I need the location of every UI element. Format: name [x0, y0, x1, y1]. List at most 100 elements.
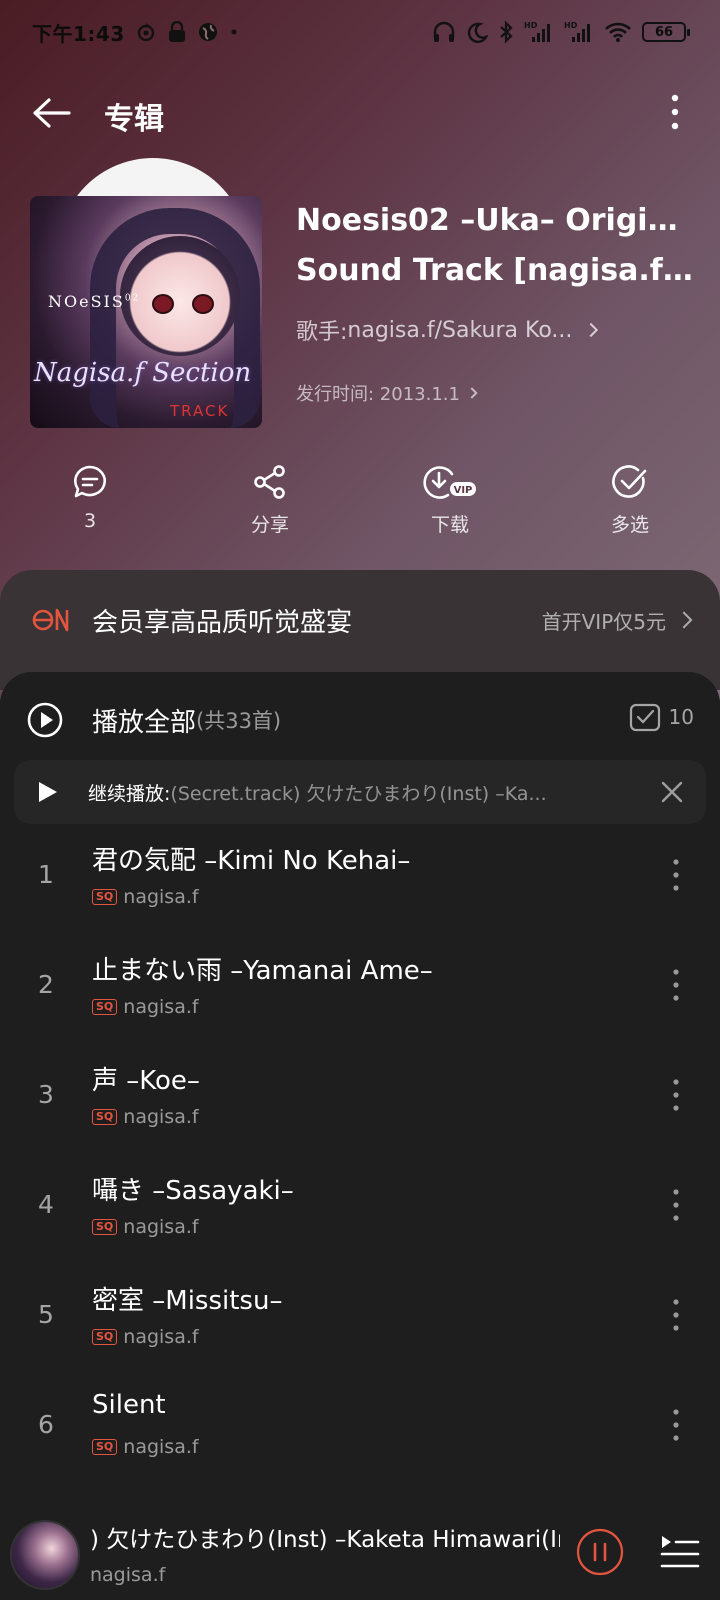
sq-quality-badge: SQ — [92, 999, 118, 1015]
mini-player-cover[interactable] — [10, 1520, 80, 1590]
track-number: 5 — [38, 1300, 54, 1329]
track-row[interactable]: 6 Silent SQ nagisa.f — [0, 1372, 720, 1482]
batch-select-button[interactable]: 10 — [629, 702, 694, 732]
back-arrow-icon — [33, 98, 71, 128]
wifi-icon — [604, 21, 632, 43]
share-button[interactable]: 分享 — [180, 464, 360, 554]
resume-label: 继续播放: — [88, 782, 171, 805]
cover-brand: NOeSIS02 — [48, 292, 141, 311]
sq-quality-badge: SQ — [92, 889, 118, 905]
track-row[interactable]: 4 囁き –Sasayaki– SQ nagisa.f — [0, 1152, 720, 1262]
track-row[interactable]: 1 君の気配 –Kimi No Kehai– SQ nagisa.f — [0, 822, 720, 932]
playlist-queue-icon[interactable] — [660, 1534, 700, 1570]
vip-promo-text: 会员享高品质听觉盛宴 — [92, 607, 353, 638]
album-cover[interactable]: NOeSIS02 Nagisa.f Section TRACK — [30, 196, 262, 428]
artist-label: 歌手: — [296, 320, 348, 345]
sq-quality-badge: SQ — [92, 1329, 118, 1345]
track-row[interactable]: 5 密室 –Missitsu– SQ nagisa.f — [0, 1262, 720, 1372]
share-label: 分享 — [250, 514, 289, 536]
vip-offer-text: 首开VIP仅5元 — [541, 609, 666, 634]
download-label: 下载 — [430, 514, 469, 536]
track-title: 止まない雨 –Yamanai Ame– — [92, 956, 433, 986]
multi-select-icon — [612, 465, 647, 498]
album-artist-link[interactable]: 歌手: nagisa.f/Sakura Ko... — [296, 314, 636, 346]
svg-text:VIP: VIP — [454, 485, 473, 496]
chevron-right-icon — [466, 387, 478, 399]
chevron-right-icon — [675, 611, 693, 629]
app-header: 专辑 — [0, 80, 720, 144]
sq-quality-badge: SQ — [92, 1219, 118, 1235]
track-artist: nagisa.f — [123, 1326, 199, 1348]
play-circle-icon — [27, 702, 63, 738]
pause-button[interactable] — [576, 1528, 624, 1576]
album-actions: 3 分享 VIP 下载 多选 — [0, 464, 720, 554]
share-icon — [254, 465, 285, 499]
signal-hd-icon-2: HD — [564, 20, 594, 44]
track-artist: nagisa.f — [123, 1106, 199, 1128]
sq-quality-badge: SQ — [92, 1109, 118, 1125]
more-vertical-icon[interactable] — [666, 1408, 686, 1442]
svg-text:HD: HD — [564, 21, 578, 30]
resume-track-title: (Secret.track) 欠けたひまわり(Inst) –Ka... — [170, 782, 547, 805]
track-artist: nagisa.f — [123, 886, 199, 908]
download-button[interactable]: VIP 下载 — [360, 464, 540, 554]
cover-track-text: TRACK — [170, 402, 230, 420]
track-artist: nagisa.f — [123, 1436, 199, 1458]
more-vertical-icon[interactable] — [666, 858, 686, 892]
release-label: 发行时间: — [296, 384, 380, 405]
album-title: Noesis02 –Uka– Original Sound Track [nag… — [296, 203, 696, 288]
track-number: 1 — [38, 860, 54, 889]
sync-icon — [135, 21, 157, 43]
resume-playback-bar[interactable]: 继续播放: (Secret.track) 欠けたひまわり(Inst) –Ka..… — [14, 760, 706, 824]
release-date-link[interactable]: 发行时间: 2013.1.1 — [296, 380, 478, 406]
track-title: 君の気配 –Kimi No Kehai– — [92, 846, 411, 876]
vip-offer-link[interactable]: 首开VIP仅5元 — [541, 606, 693, 635]
back-button[interactable] — [30, 92, 72, 134]
more-vertical-icon[interactable] — [666, 968, 686, 1002]
track-artist: nagisa.f — [123, 996, 199, 1018]
bluetooth-icon — [498, 20, 514, 44]
track-number: 6 — [38, 1410, 54, 1439]
mini-player[interactable]: ) 欠けたひまわり(Inst) –Kaketa Himawari(In nagi… — [0, 1510, 720, 1600]
more-vertical-icon[interactable] — [666, 1298, 686, 1332]
close-icon[interactable] — [658, 778, 686, 806]
track-title: 声 –Koe– — [92, 1066, 200, 1096]
now-playing-artist: nagisa.f — [90, 1564, 166, 1586]
select-count-value: 10 — [668, 705, 694, 729]
comment-button[interactable]: 3 — [0, 464, 180, 554]
comment-count: 3 — [83, 510, 97, 532]
artist-name: nagisa.f/Sakura Ko... — [347, 317, 573, 343]
more-options-button[interactable] — [660, 88, 690, 136]
multi-select-button[interactable]: 多选 — [540, 464, 720, 554]
track-title: Silent — [92, 1390, 166, 1420]
track-row[interactable]: 3 声 –Koe– SQ nagisa.f — [0, 1042, 720, 1152]
multi-select-label: 多选 — [610, 514, 649, 536]
cover-section-text: Nagisa.f Section — [34, 358, 252, 388]
more-vertical-icon[interactable] — [666, 1188, 686, 1222]
checkbox-icon — [629, 703, 660, 732]
track-list-panel: 播放全部 (共33首) 10 继续播放: (Secret.track) 欠けたひ… — [0, 672, 720, 1522]
battery-indicator: 66 — [642, 22, 690, 42]
signal-hd-icon: HD — [524, 20, 554, 44]
play-icon — [39, 782, 57, 802]
headphones-icon — [432, 21, 456, 43]
globe-icon — [197, 21, 219, 43]
track-count: (共33首) — [196, 709, 282, 733]
track-title: 密室 –Missitsu– — [92, 1286, 283, 1316]
track-number: 2 — [38, 970, 54, 999]
track-row[interactable]: 2 止まない雨 –Yamanai Ame– SQ nagisa.f — [0, 932, 720, 1042]
track-number: 4 — [38, 1190, 54, 1219]
track-title: 囁き –Sasayaki– — [92, 1176, 294, 1206]
download-vip-icon: VIP — [423, 466, 476, 499]
more-vertical-icon[interactable] — [666, 1078, 686, 1112]
page-title: 专辑 — [104, 102, 164, 137]
lock-icon — [167, 21, 187, 43]
track-list: 1 君の気配 –Kimi No Kehai– SQ nagisa.f 2 止まない… — [0, 822, 720, 1482]
track-artist: nagisa.f — [123, 1216, 199, 1238]
vip-logo-icon — [30, 600, 70, 640]
chevron-right-icon — [584, 322, 599, 338]
track-number: 3 — [38, 1080, 54, 1109]
play-all-row[interactable]: 播放全部 (共33首) 10 — [26, 698, 694, 742]
svg-text:HD: HD — [524, 21, 538, 30]
do-not-disturb-icon — [466, 21, 488, 43]
